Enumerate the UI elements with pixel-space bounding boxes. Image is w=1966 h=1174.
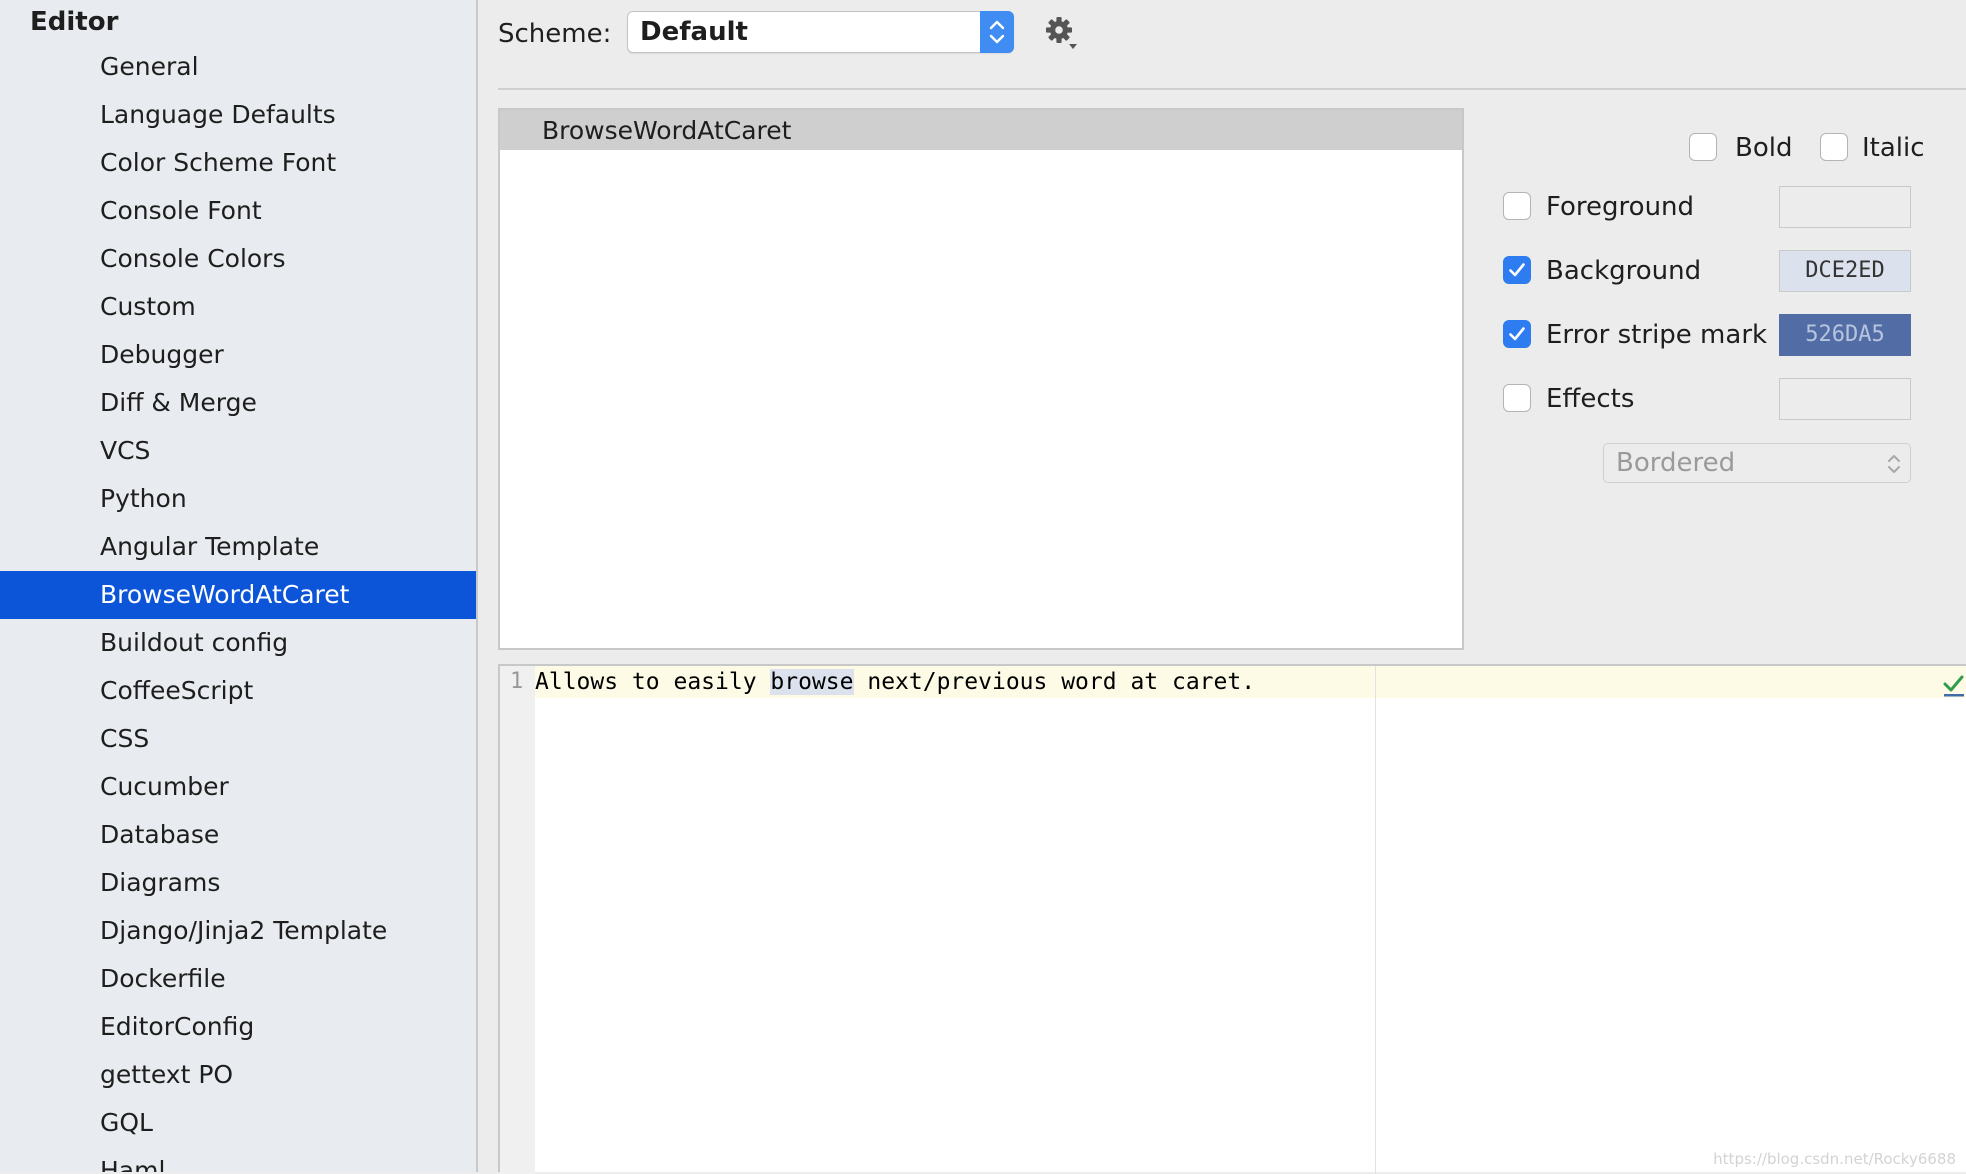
preview-editor[interactable]: 1 Allows to easily browse next/previous …	[498, 664, 1966, 1174]
highlighted-word: browse	[770, 669, 854, 695]
scheme-dropdown[interactable]: Default	[627, 11, 1014, 53]
sidebar-item-haml[interactable]: Haml	[0, 1147, 476, 1172]
sidebar-item-buildout-config[interactable]: Buildout config	[0, 619, 476, 667]
foreground-label: Foreground	[1546, 192, 1695, 222]
effects-color-swatch[interactable]	[1779, 378, 1911, 420]
settings-sidebar: Editor General Language Defaults Color S…	[0, 0, 478, 1172]
effects-checkbox[interactable]	[1503, 384, 1531, 412]
dropdown-arrows-icon	[980, 11, 1014, 53]
code-text-before: Allows to easily	[535, 669, 771, 695]
sidebar-list: General Language Defaults Color Scheme F…	[0, 43, 476, 1172]
dropdown-arrows-icon	[1888, 455, 1900, 473]
italic-checkbox[interactable]	[1820, 133, 1848, 161]
error-stripe-color-swatch[interactable]: 526DA5	[1779, 314, 1911, 356]
sidebar-item-debugger[interactable]: Debugger	[0, 331, 476, 379]
attribute-list[interactable]: BrowseWordAtCaret	[498, 108, 1464, 650]
sidebar-item-browsewordatcaret[interactable]: BrowseWordAtCaret	[0, 571, 476, 619]
error-stripe-label: Error stripe mark	[1546, 320, 1768, 350]
bold-label: Bold	[1735, 133, 1793, 163]
top-divider	[498, 88, 1966, 90]
watermark: https://blog.csdn.net/Rocky6688	[1713, 1150, 1956, 1168]
sidebar-item-coffeescript[interactable]: CoffeeScript	[0, 667, 476, 715]
foreground-color-swatch[interactable]	[1779, 186, 1911, 228]
sidebar-item-gql[interactable]: GQL	[0, 1099, 476, 1147]
checkmark-icon	[1509, 327, 1525, 341]
effect-type-dropdown[interactable]: Bordered	[1603, 443, 1911, 483]
background-color-swatch[interactable]: DCE2ED	[1779, 250, 1911, 292]
line-gutter: 1	[500, 666, 535, 1174]
sidebar-item-console-font[interactable]: Console Font	[0, 187, 476, 235]
sidebar-item-editorconfig[interactable]: EditorConfig	[0, 1003, 476, 1051]
sidebar-item-django-jinja2-template[interactable]: Django/Jinja2 Template	[0, 907, 476, 955]
list-item[interactable]: BrowseWordAtCaret	[500, 110, 1462, 150]
line-number: 1	[510, 669, 524, 694]
sidebar-item-language-defaults[interactable]: Language Defaults	[0, 91, 476, 139]
checkmark-icon	[1509, 263, 1525, 277]
sidebar-item-diff-merge[interactable]: Diff & Merge	[0, 379, 476, 427]
sidebar-item-custom[interactable]: Custom	[0, 283, 476, 331]
gear-icon[interactable]	[1043, 14, 1083, 54]
list-item-label: BrowseWordAtCaret	[542, 116, 792, 145]
sidebar-item-css[interactable]: CSS	[0, 715, 476, 763]
scheme-value: Default	[640, 17, 748, 47]
background-checkbox[interactable]	[1503, 256, 1531, 284]
sidebar-item-gettext-po[interactable]: gettext PO	[0, 1051, 476, 1099]
bold-checkbox[interactable]	[1689, 133, 1717, 161]
sidebar-item-vcs[interactable]: VCS	[0, 427, 476, 475]
effects-label: Effects	[1546, 384, 1635, 414]
sidebar-item-database[interactable]: Database	[0, 811, 476, 859]
italic-label: Italic	[1862, 133, 1925, 163]
sidebar-header-editor[interactable]: Editor	[30, 4, 118, 40]
scheme-label: Scheme:	[498, 19, 612, 49]
sidebar-item-angular-template[interactable]: Angular Template	[0, 523, 476, 571]
right-margin-guide	[1375, 666, 1376, 1174]
sidebar-item-color-scheme-font[interactable]: Color Scheme Font	[0, 139, 476, 187]
sidebar-item-dockerfile[interactable]: Dockerfile	[0, 955, 476, 1003]
code-text-after: next/previous word at caret.	[853, 669, 1256, 695]
sidebar-item-diagrams[interactable]: Diagrams	[0, 859, 476, 907]
effect-type-value: Bordered	[1616, 448, 1736, 478]
inspection-ok-icon[interactable]	[1942, 674, 1964, 698]
sidebar-item-general[interactable]: General	[0, 43, 476, 91]
sidebar-item-console-colors[interactable]: Console Colors	[0, 235, 476, 283]
sidebar-item-python[interactable]: Python	[0, 475, 476, 523]
error-stripe-checkbox[interactable]	[1503, 320, 1531, 348]
background-label: Background	[1546, 256, 1702, 286]
code-line: Allows to easily browse next/previous wo…	[535, 666, 1255, 698]
foreground-checkbox[interactable]	[1503, 192, 1531, 220]
sidebar-item-cucumber[interactable]: Cucumber	[0, 763, 476, 811]
